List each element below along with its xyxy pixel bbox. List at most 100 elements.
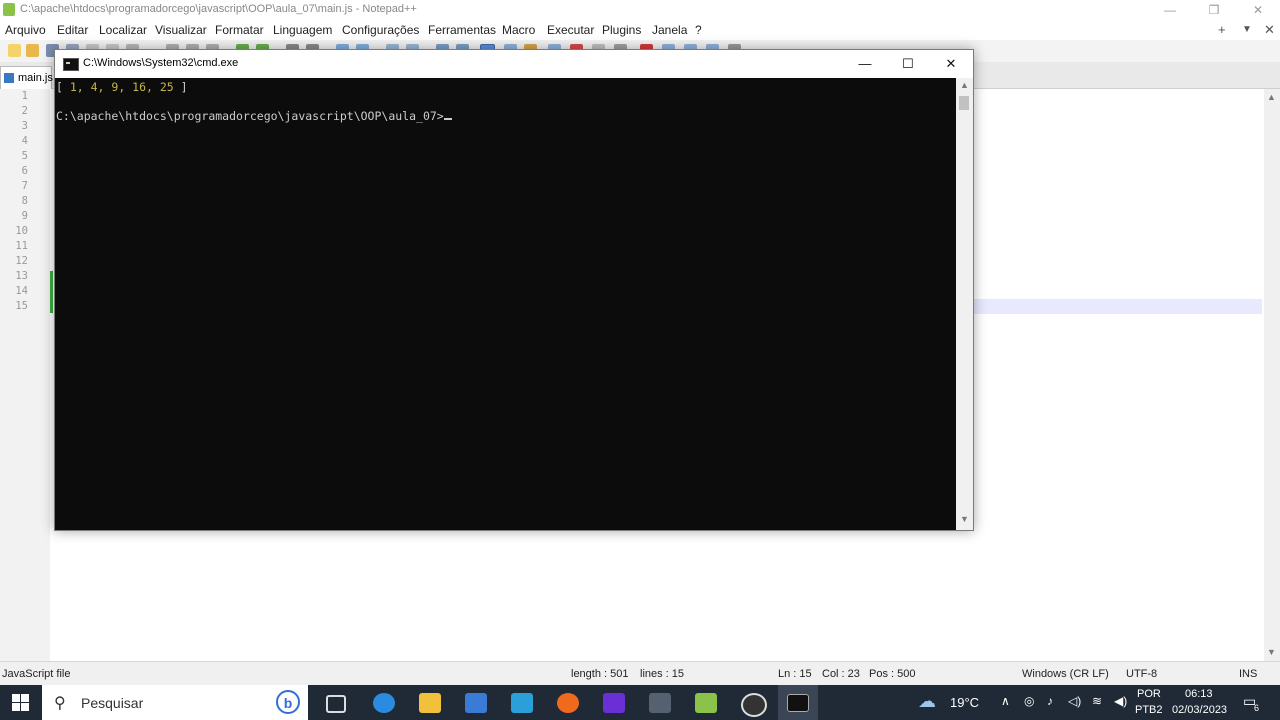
array-close-bracket: ] bbox=[173, 80, 188, 94]
file-explorer-icon[interactable] bbox=[419, 693, 441, 713]
status-col: Col : 23 bbox=[822, 668, 860, 680]
edge-icon[interactable] bbox=[373, 693, 395, 713]
speaker-icon[interactable]: ◀) bbox=[1114, 694, 1127, 708]
window-title: C:\apache\htdocs\programadorcego\javascr… bbox=[20, 3, 417, 15]
line-number: 11 bbox=[15, 240, 28, 252]
menu-bar: Arquivo Editar Localizar Visualizar Form… bbox=[0, 20, 1280, 40]
mail-icon[interactable] bbox=[511, 693, 533, 713]
tray-expand-icon[interactable]: ∧ bbox=[1001, 694, 1010, 708]
tab-label: main.js bbox=[18, 72, 53, 84]
console-prompt-line: C:\apache\htdocs\programadorcego\javascr… bbox=[56, 109, 452, 123]
taskbar-search-box[interactable]: ⚲ Pesquisar b bbox=[42, 685, 308, 720]
weather-temp[interactable]: 19°C bbox=[950, 695, 979, 710]
windows-start-icon[interactable] bbox=[12, 694, 29, 711]
menu-linguagem[interactable]: Linguagem bbox=[273, 23, 332, 37]
status-pos: Pos : 500 bbox=[869, 668, 916, 680]
line-number: 8 bbox=[21, 195, 28, 207]
cmd-scroll-up-icon[interactable]: ▲ bbox=[960, 80, 969, 90]
menu-plugins[interactable]: Plugins bbox=[602, 23, 641, 37]
new-tab-icon[interactable]: + bbox=[1218, 22, 1226, 37]
wifi-icon[interactable]: ≋ bbox=[1092, 694, 1102, 708]
cmd-close-icon[interactable]: ✕ bbox=[929, 50, 973, 78]
bing-icon[interactable]: b bbox=[276, 690, 300, 714]
menu-ferramentas[interactable]: Ferramentas bbox=[428, 23, 496, 37]
console-icon bbox=[63, 58, 79, 71]
menu-macro[interactable]: Macro bbox=[502, 23, 535, 37]
menu-formatar[interactable]: Formatar bbox=[215, 23, 264, 37]
new-file-icon[interactable] bbox=[8, 44, 21, 57]
status-bar: JavaScript file length : 501 lines : 15 … bbox=[0, 661, 1280, 686]
menu-executar[interactable]: Executar bbox=[547, 23, 594, 37]
clock-date[interactable]: 02/03/2023 bbox=[1172, 704, 1227, 716]
line-number: 12 bbox=[15, 255, 28, 267]
current-line-highlight bbox=[972, 299, 1262, 314]
firefox-icon[interactable] bbox=[557, 693, 579, 713]
console-output[interactable]: [ 1, 4, 9, 16, 25 ] C:\apache\htdocs\pro… bbox=[55, 78, 956, 530]
scroll-down-icon[interactable]: ▼ bbox=[1267, 647, 1276, 657]
recorder-icon[interactable] bbox=[741, 693, 767, 717]
language-code[interactable]: POR bbox=[1137, 688, 1161, 700]
line-number: 3 bbox=[21, 120, 28, 132]
volume-icon[interactable]: ◁) bbox=[1068, 694, 1081, 708]
status-length: length : 501 bbox=[571, 668, 629, 680]
line-number: 4 bbox=[21, 135, 28, 147]
open-file-icon[interactable] bbox=[26, 44, 39, 57]
menu-arquivo[interactable]: Arquivo bbox=[5, 23, 46, 37]
text-cursor bbox=[443, 118, 452, 120]
microphone-icon[interactable]: ♪ bbox=[1047, 694, 1053, 708]
n-app-icon[interactable] bbox=[603, 693, 625, 713]
clock-time[interactable]: 06:13 bbox=[1185, 688, 1213, 700]
menu-janela[interactable]: Janela bbox=[652, 23, 687, 37]
status-ln: Ln : 15 bbox=[778, 668, 812, 680]
cmd-vertical-scrollbar[interactable]: ▲ ▼ bbox=[956, 78, 973, 530]
editor-vertical-scrollbar[interactable]: ▲ ▼ bbox=[1264, 89, 1280, 661]
restore-icon[interactable]: ❐ bbox=[1192, 0, 1236, 20]
task-view-icon[interactable] bbox=[326, 695, 346, 713]
notepadpp-title-bar[interactable]: C:\apache\htdocs\programadorcego\javascr… bbox=[0, 0, 1280, 20]
array-values: 1, 4, 9, 16, 25 bbox=[69, 80, 174, 94]
line-number: 2 bbox=[21, 105, 28, 117]
array-open-bracket: [ bbox=[56, 80, 70, 94]
pen-tool-icon[interactable] bbox=[649, 693, 671, 713]
status-encoding: UTF-8 bbox=[1126, 668, 1158, 680]
change-history-marker bbox=[50, 271, 53, 313]
cmd-window-title: C:\Windows\System32\cmd.exe bbox=[83, 57, 239, 69]
menu-help[interactable]: ? bbox=[695, 23, 702, 37]
store-icon[interactable] bbox=[465, 693, 487, 713]
tab-main-js[interactable]: main.js bbox=[0, 66, 53, 89]
menu-visualizar[interactable]: Visualizar bbox=[155, 23, 207, 37]
tab-list-icon[interactable]: ▼ bbox=[1242, 24, 1252, 35]
notepadpp-taskbar-icon[interactable] bbox=[695, 693, 717, 713]
status-insert-mode: INS bbox=[1239, 668, 1258, 680]
line-number: 9 bbox=[21, 210, 28, 222]
menu-editar[interactable]: Editar bbox=[57, 23, 88, 37]
line-number: 10 bbox=[15, 225, 28, 237]
file-icon bbox=[4, 73, 14, 83]
line-number: 7 bbox=[21, 180, 28, 192]
line-number: 5 bbox=[21, 150, 28, 162]
meet-icon[interactable]: ◎ bbox=[1024, 694, 1034, 708]
close-tab-icon[interactable]: ✕ bbox=[1264, 22, 1275, 38]
cmd-minimize-icon[interactable]: — bbox=[843, 50, 887, 78]
notification-count: 6 bbox=[1254, 703, 1260, 713]
scroll-up-icon[interactable]: ▲ bbox=[1267, 92, 1276, 102]
status-filetype: JavaScript file bbox=[2, 668, 71, 680]
menu-localizar[interactable]: Localizar bbox=[99, 23, 147, 37]
line-number: 15 bbox=[15, 300, 28, 312]
weather-icon[interactable]: ☁ bbox=[918, 691, 936, 712]
windows-taskbar: ⚲ Pesquisar b ☁ 19°C ∧ ◎ ♪ ◁) ≋ ◀) POR P… bbox=[0, 685, 1280, 720]
console-output-line: [ 1, 4, 9, 16, 25 ] bbox=[56, 80, 188, 94]
search-placeholder: Pesquisar bbox=[81, 695, 144, 711]
menu-configuracoes[interactable]: Configurações bbox=[342, 23, 419, 37]
cmd-title-bar[interactable]: C:\Windows\System32\cmd.exe — ☐ ✕ bbox=[55, 50, 973, 78]
cmd-maximize-icon[interactable]: ☐ bbox=[886, 50, 930, 78]
minimize-icon[interactable]: — bbox=[1148, 0, 1192, 20]
close-icon[interactable]: ✕ bbox=[1236, 0, 1280, 20]
keyboard-layout[interactable]: PTB2 bbox=[1135, 704, 1163, 716]
cmd-scroll-thumb[interactable] bbox=[959, 96, 969, 110]
cmd-scroll-down-icon[interactable]: ▼ bbox=[960, 514, 969, 524]
cmd-taskbar-icon bbox=[787, 694, 809, 712]
search-icon: ⚲ bbox=[54, 695, 66, 712]
line-number: 14 bbox=[15, 285, 28, 297]
cmd-window[interactable]: C:\Windows\System32\cmd.exe — ☐ ✕ [ 1, 4… bbox=[54, 49, 974, 531]
